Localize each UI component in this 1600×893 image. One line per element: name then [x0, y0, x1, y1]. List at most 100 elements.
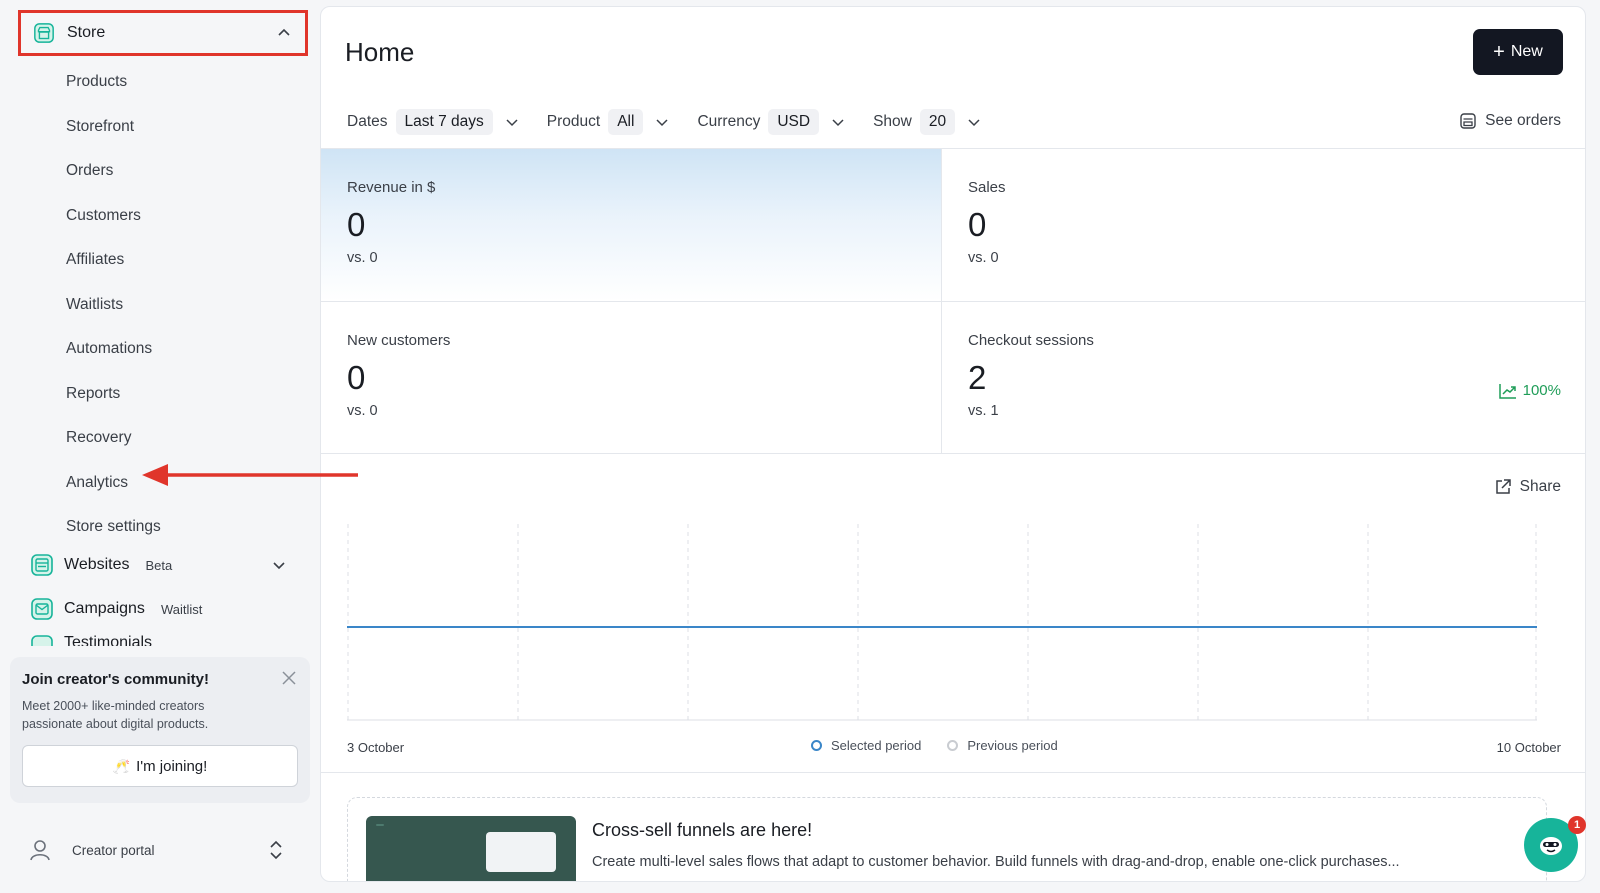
sidebar-item-reports[interactable]: Reports [66, 372, 161, 417]
share-label: Share [1519, 478, 1561, 495]
main-panel: Home + New Dates Last 7 days Product All… [320, 6, 1586, 882]
campaigns-label: Campaigns [64, 600, 145, 617]
see-orders-label: See orders [1485, 112, 1561, 129]
campaigns-icon [31, 598, 53, 620]
new-button[interactable]: + New [1473, 29, 1563, 75]
community-title: Join creator's community! [22, 671, 209, 688]
community-description: Meet 2000+ like-minded creators passiona… [22, 699, 209, 731]
currency-filter[interactable]: Currency USD [697, 109, 845, 135]
sidebar-item-customers[interactable]: Customers [66, 194, 161, 239]
chevron-down-icon[interactable] [967, 115, 981, 129]
promo-banner[interactable]: Cross-sell funnels are here! Create mult… [347, 797, 1547, 881]
sidebar-item-affiliates[interactable]: Affiliates [66, 238, 161, 283]
show-filter[interactable]: Show 20 [873, 109, 981, 135]
product-filter-value[interactable]: All [608, 109, 644, 135]
notification-badge: 1 [1568, 816, 1586, 834]
plus-icon: + [1493, 41, 1505, 63]
revenue-card[interactable]: Revenue in $ 0 vs. 0 [321, 149, 941, 301]
metric-label: Checkout sessions [968, 332, 1094, 349]
user-avatar-icon [30, 840, 50, 861]
beta-badge: Beta [145, 557, 173, 573]
testimonials-nav-group[interactable]: Testimonials [30, 634, 286, 646]
join-community-button[interactable]: 🥂 I'm joining! [22, 745, 298, 787]
x-axis-start-label: 3 October [347, 740, 405, 755]
new-customers-card[interactable]: New customers 0 vs. 0 [321, 301, 941, 453]
product-filter[interactable]: Product All [547, 109, 670, 135]
metric-value: 0 [347, 359, 366, 396]
page-title: Home [345, 37, 415, 67]
chart-section: Share 3 October Selected period Previous… [321, 453, 1585, 773]
websites-label: Websites [64, 556, 130, 573]
sidebar-item-waitlists[interactable]: Waitlists [66, 283, 161, 328]
sidebar-item-automations[interactable]: Automations [66, 327, 161, 372]
celebrate-icon: 🥂 [112, 757, 131, 774]
product-filter-label: Product [546, 113, 601, 130]
chevron-up-down-icon [270, 840, 282, 860]
see-orders-link[interactable]: See orders [1459, 112, 1561, 130]
metric-label: New customers [347, 332, 451, 349]
join-button-label: I'm joining! [136, 757, 208, 775]
community-card: Join creator's community! Meet 2000+ lik… [10, 657, 310, 803]
metric-value: 2 [968, 359, 987, 396]
chevron-down-icon[interactable] [655, 115, 669, 129]
dates-filter[interactable]: Dates Last 7 days [347, 109, 519, 135]
checkout-sessions-card[interactable]: Checkout sessions 2 vs. 1 100% [941, 301, 1585, 453]
currency-filter-value[interactable]: USD [768, 109, 820, 135]
line-chart [347, 524, 1537, 721]
show-filter-value[interactable]: 20 [919, 109, 956, 135]
metric-comparison: vs. 0 [347, 403, 378, 419]
chevron-up-icon[interactable] [277, 26, 291, 40]
metric-comparison: vs. 1 [968, 403, 999, 419]
metric-comparison: vs. 0 [968, 250, 999, 266]
store-outline-icon [1460, 113, 1476, 129]
store-label: Store [67, 24, 106, 41]
chevron-down-icon[interactable] [272, 558, 286, 572]
header: Home + New Dates Last 7 days Product All… [321, 7, 1585, 147]
close-icon[interactable] [280, 669, 298, 687]
share-button[interactable]: Share [1494, 478, 1561, 496]
trend-value: 100% [1522, 382, 1561, 399]
sidebar-item-recovery[interactable]: Recovery [66, 416, 161, 461]
creator-portal-switcher[interactable]: Creator portal [18, 830, 288, 870]
chart-legend: Selected period Previous period [811, 738, 1084, 753]
show-filter-label: Show [873, 113, 912, 130]
metric-comparison: vs. 0 [347, 250, 378, 266]
filter-bar: Dates Last 7 days Product All Currency U… [347, 107, 1009, 137]
dates-filter-label: Dates [347, 113, 388, 130]
legend-label: Previous period [967, 738, 1058, 753]
sidebar-item-storefront[interactable]: Storefront [66, 105, 161, 150]
legend-dot [811, 740, 822, 751]
metric-value: 0 [968, 206, 987, 243]
legend-previous-period[interactable]: Previous period [947, 738, 1058, 753]
sales-card[interactable]: Sales 0 vs. 0 [941, 149, 1585, 301]
thumbnail-card [486, 832, 556, 872]
store-nav-group[interactable]: Store [18, 10, 308, 56]
sidebar-item-store-settings[interactable]: Store settings [66, 505, 161, 550]
thumbnail-badge [376, 824, 384, 826]
metric-label: Sales [968, 179, 1006, 196]
chevron-down-icon[interactable] [831, 115, 845, 129]
promo-title: Cross-sell funnels are here! [592, 820, 813, 840]
promo-thumbnail [366, 816, 576, 881]
promo-description: Create multi-level sales flows that adap… [592, 854, 1400, 870]
chevron-down-icon[interactable] [505, 115, 519, 129]
legend-label: Selected period [831, 738, 922, 753]
campaigns-nav-group[interactable]: Campaigns Waitlist [30, 594, 286, 624]
trend-badge: 100% [1498, 382, 1561, 399]
currency-filter-label: Currency [697, 113, 761, 130]
waitlist-badge: Waitlist [160, 601, 203, 617]
websites-nav-group[interactable]: Websites Beta [30, 550, 286, 580]
websites-icon [31, 554, 53, 576]
legend-dot [947, 740, 959, 751]
legend-selected-period[interactable]: Selected period [811, 738, 921, 753]
chart-gridlines [347, 524, 1537, 721]
sidebar-item-orders[interactable]: Orders [66, 149, 161, 194]
creator-portal-label: Creator portal [72, 842, 155, 858]
chat-mascot-icon [1540, 837, 1562, 855]
dates-filter-value[interactable]: Last 7 days [395, 109, 493, 135]
annotation-arrow [142, 464, 358, 486]
sidebar-item-products[interactable]: Products [66, 60, 161, 105]
testimonials-icon [31, 635, 53, 646]
trending-up-icon [1498, 383, 1516, 399]
x-axis-end-label: 10 October [1496, 740, 1561, 755]
